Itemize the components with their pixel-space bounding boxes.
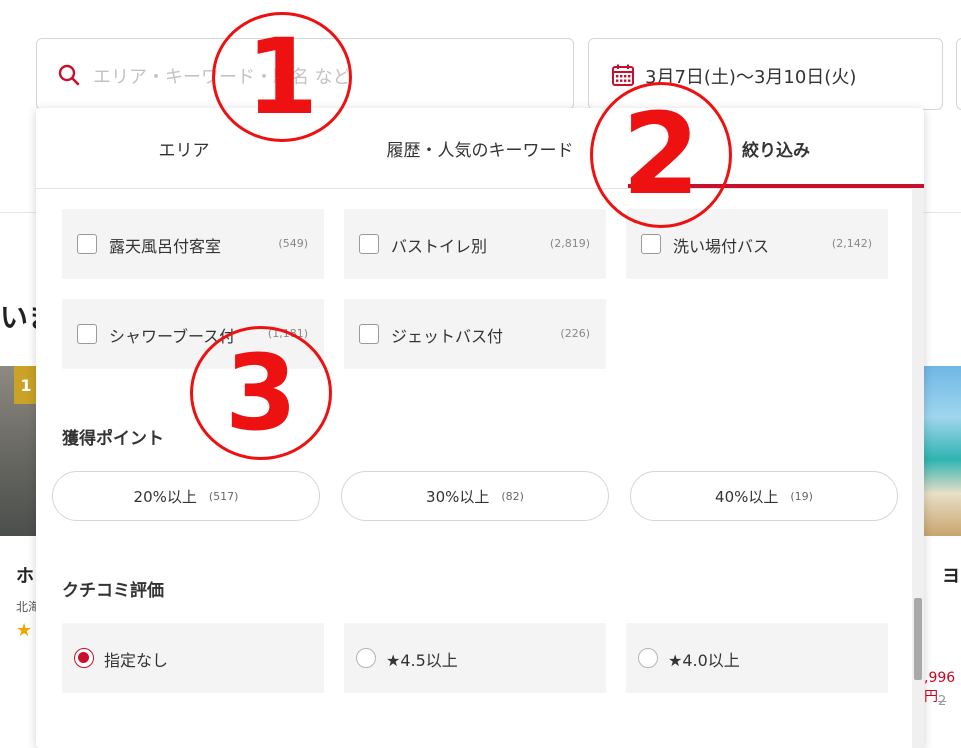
option-label: ★4.0以上 (668, 651, 740, 670)
reviews-section-title: クチコミ評価 (62, 581, 164, 601)
review-option-any[interactable]: 指定なし (62, 623, 324, 693)
review-option-4-5[interactable]: ★4.5以上 (344, 623, 606, 693)
filter-option-shower-booth[interactable]: シャワーブース付 (1,181) (62, 299, 324, 369)
radio[interactable] (638, 648, 658, 668)
tab-filter[interactable]: 絞り込み (628, 108, 924, 188)
option-label: 20%以上 (133, 487, 197, 506)
calendar-icon (612, 64, 634, 86)
checkbox[interactable] (359, 234, 379, 254)
date-range-text: 3月7日(土)〜3月10日(火) (645, 67, 857, 88)
hotel-card-title[interactable]: ヨ (942, 562, 960, 588)
hotel-card-title[interactable]: ホ (16, 562, 34, 588)
filter-option-washing-area-bath[interactable]: 洗い場付バス (2,142) (626, 209, 888, 279)
checkbox[interactable] (641, 234, 661, 254)
tab-area[interactable]: エリア (36, 108, 332, 188)
guests-field[interactable] (956, 38, 961, 110)
radio-selected[interactable] (74, 648, 94, 668)
checkbox[interactable] (359, 324, 379, 344)
rank-badge: 1 (14, 366, 38, 404)
hotel-image[interactable] (924, 366, 961, 536)
option-count: (19) (790, 489, 813, 503)
option-label: ジェットバス付 (391, 327, 504, 346)
date-range-field[interactable]: 3月7日(土)〜3月10日(火) (588, 38, 943, 110)
search-dropdown-panel: エリア 履歴・人気のキーワード 絞り込み 露天風呂付客室 (549) バストイレ… (36, 108, 924, 748)
option-label: バストイレ別 (391, 237, 488, 256)
checkbox[interactable] (77, 234, 97, 254)
option-count: (226) (560, 327, 590, 340)
option-label: ★4.5以上 (386, 651, 458, 670)
option-label: 洗い場付バス (673, 237, 770, 256)
points-option-40[interactable]: 40%以上 (19) (630, 471, 898, 521)
tab-bar: エリア 履歴・人気のキーワード 絞り込み (36, 108, 924, 189)
option-count: (82) (501, 489, 524, 503)
option-label: 指定なし (104, 651, 169, 670)
checkbox[interactable] (77, 324, 97, 344)
tab-keywords[interactable]: 履歴・人気のキーワード (332, 108, 628, 188)
option-count: (1,181) (267, 327, 308, 340)
filter-option-separate-bath-toilet[interactable]: バストイレ別 (2,819) (344, 209, 606, 279)
radio[interactable] (356, 648, 376, 668)
star-icon: ★ (16, 620, 33, 641)
search-icon (58, 64, 80, 86)
option-label: 露天風呂付客室 (109, 237, 222, 256)
option-count: (517) (208, 489, 239, 503)
option-count: (549) (278, 237, 308, 250)
search-input[interactable]: エリア・キーワード・駅名 など (36, 38, 574, 110)
option-count: (2,142) (831, 237, 872, 250)
points-option-30[interactable]: 30%以上 (82) (341, 471, 609, 521)
filter-option-jet-bath[interactable]: ジェットバス付 (226) (344, 299, 606, 369)
filter-option-open-air-bath[interactable]: 露天風呂付客室 (549) (62, 209, 324, 279)
points-section-title: 獲得ポイント (62, 429, 164, 449)
option-label: 30%以上 (426, 487, 490, 506)
review-option-4-0[interactable]: ★4.0以上 (626, 623, 888, 693)
option-label: シャワーブース付 (109, 327, 236, 346)
option-label: 40%以上 (715, 487, 779, 506)
scrollbar-thumb[interactable] (914, 598, 922, 680)
search-placeholder: エリア・キーワード・駅名 など (93, 67, 351, 88)
filter-content: 露天風呂付客室 (549) バストイレ別 (2,819) 洗い場付バス (2,1… (36, 188, 912, 748)
points-option-20[interactable]: 20%以上 (517) (52, 471, 320, 521)
hotel-card-old-price: 2 (938, 694, 947, 709)
option-count: (2,819) (549, 237, 590, 250)
